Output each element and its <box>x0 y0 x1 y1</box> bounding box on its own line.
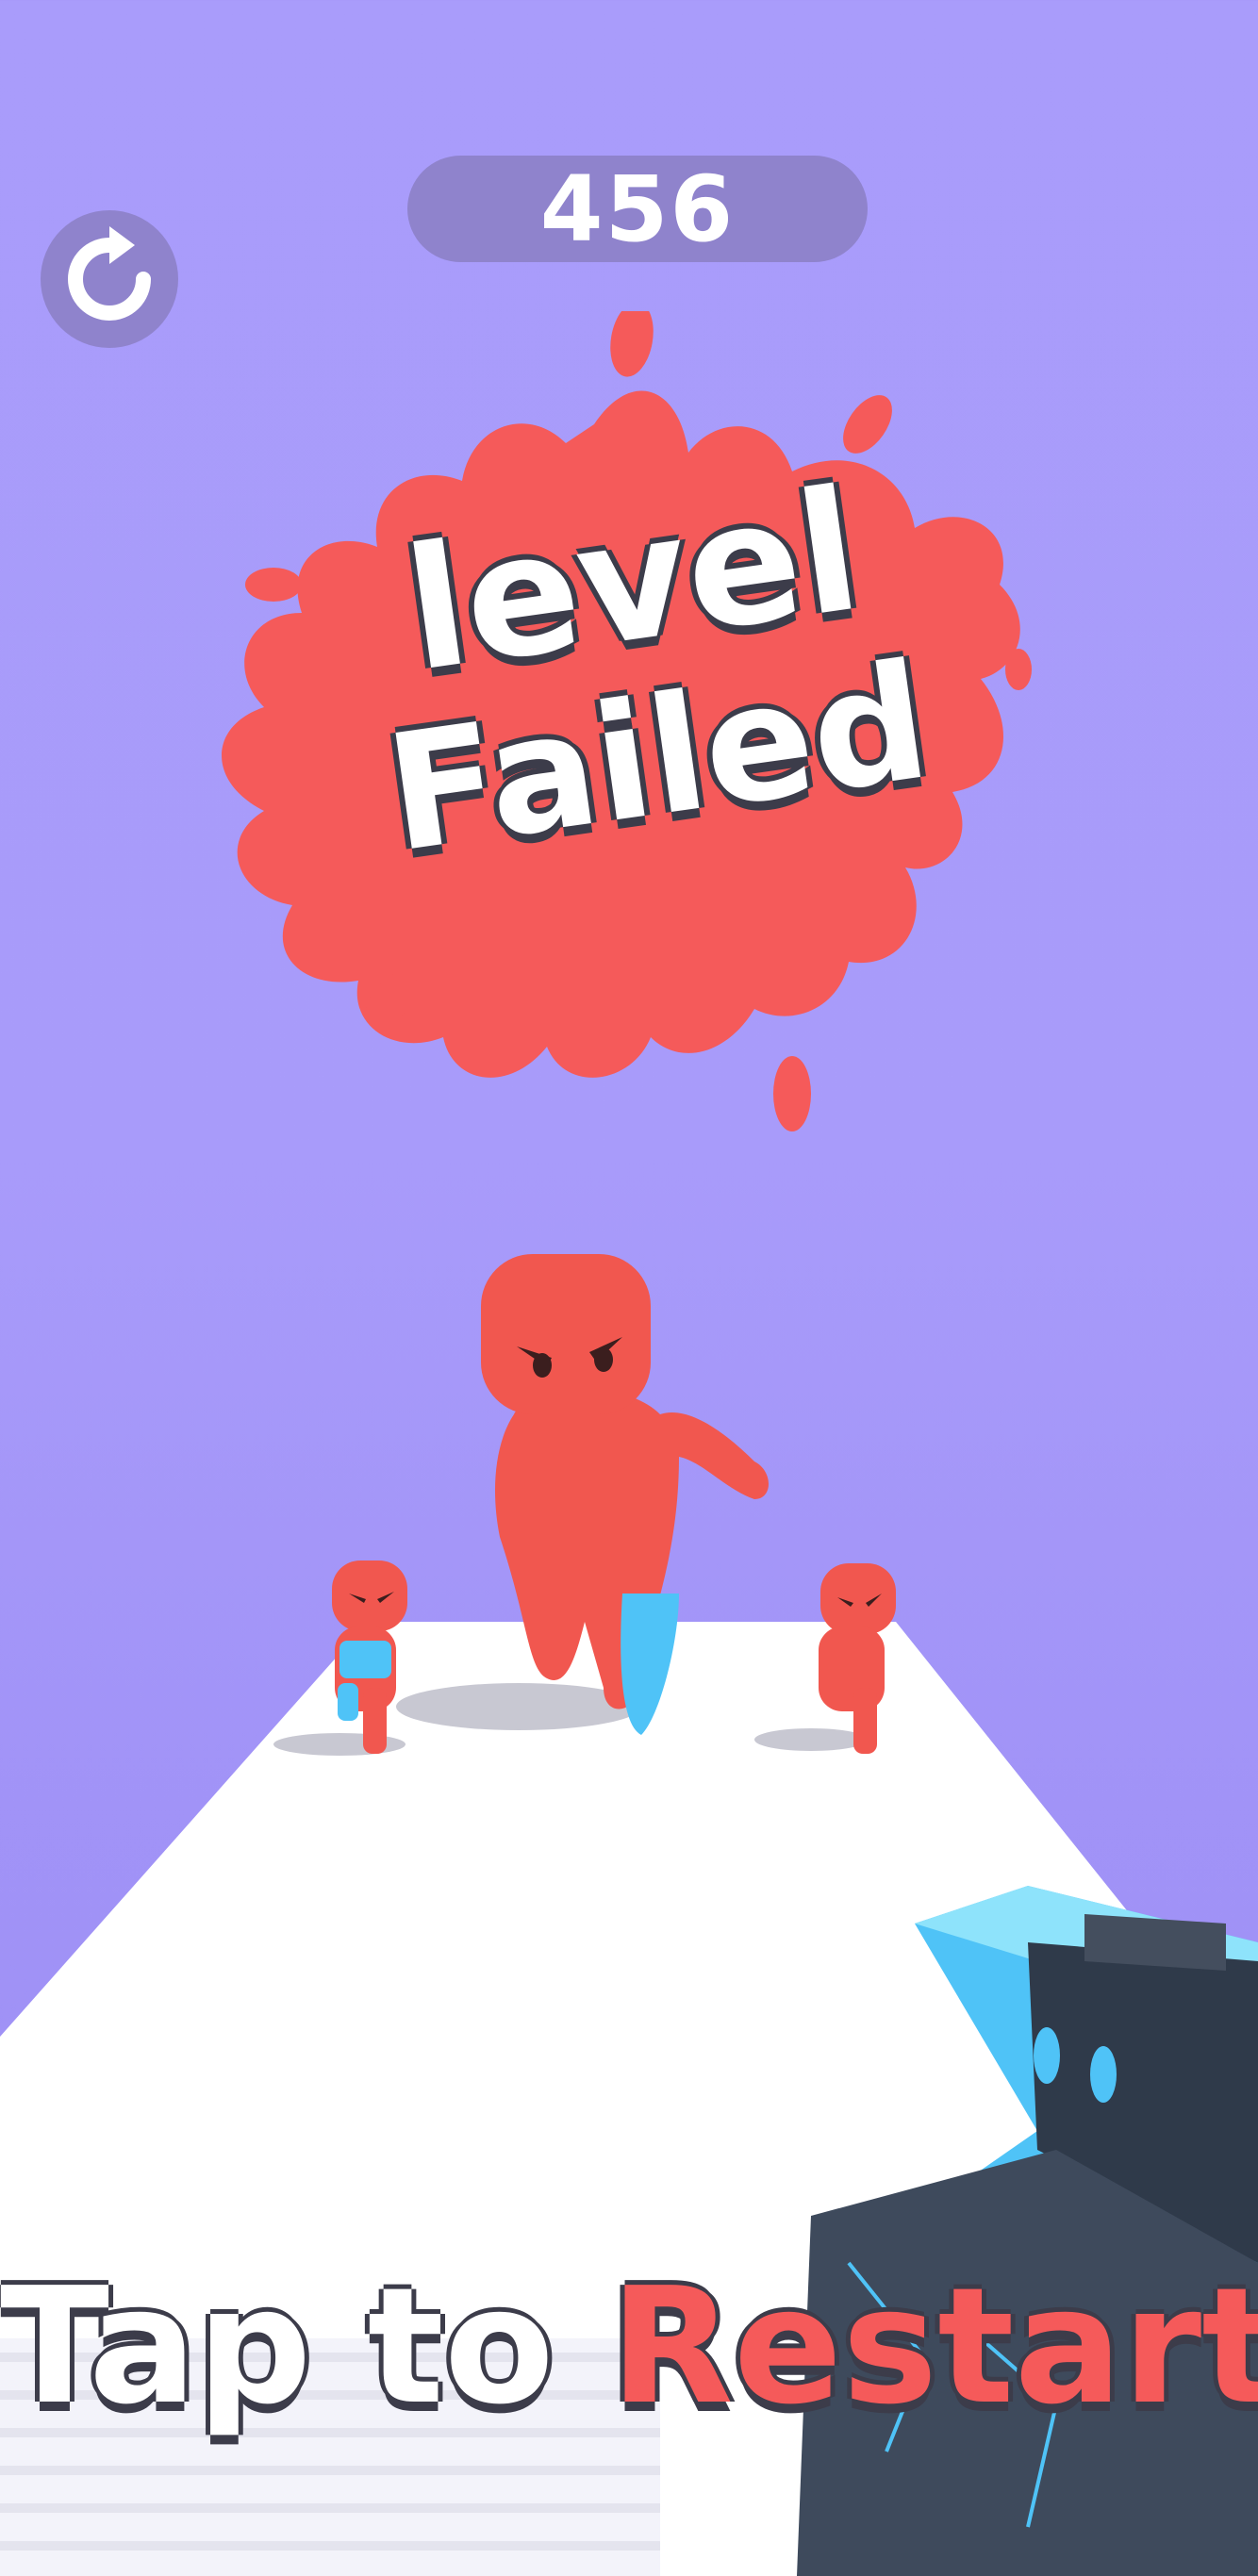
restart-button[interactable] <box>41 210 178 348</box>
refresh-icon <box>68 226 151 321</box>
tap-to-label: Tap to <box>0 2254 555 2440</box>
level-failed-banner: level Failed <box>293 447 1007 968</box>
score-display: 456 <box>407 156 868 262</box>
tap-to-restart-prompt[interactable]: Tap to Restart <box>0 2254 1258 2440</box>
restart-label: Restart <box>609 2254 1258 2440</box>
